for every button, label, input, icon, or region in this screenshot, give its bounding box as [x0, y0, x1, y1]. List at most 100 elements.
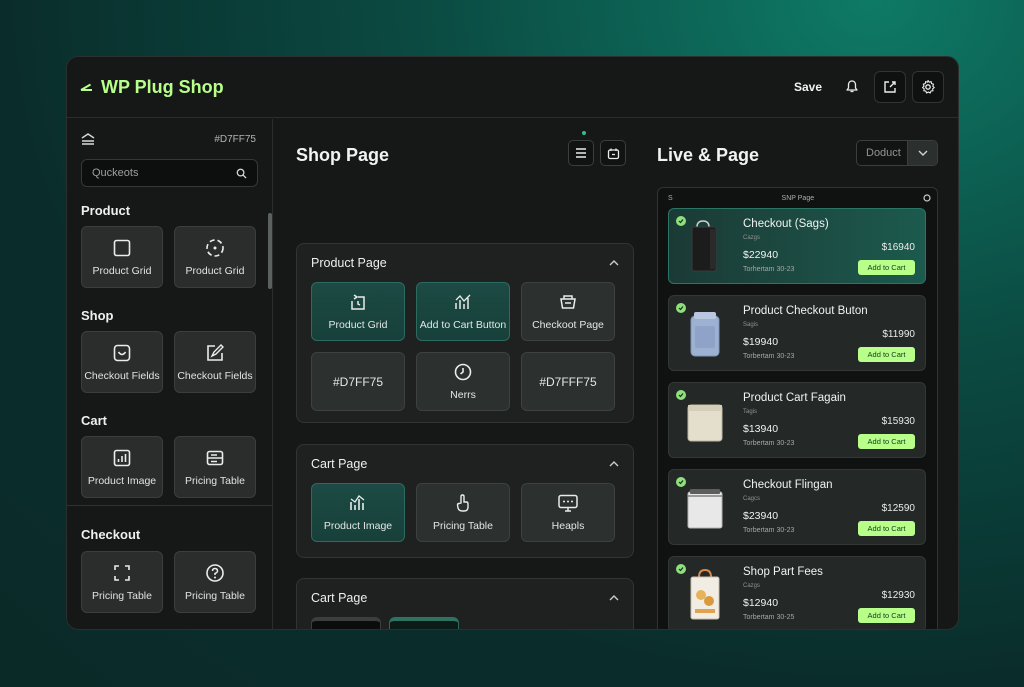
canister-thumbnail-icon	[690, 312, 720, 357]
chart-box-icon	[113, 449, 131, 466]
smile-box-icon	[113, 344, 131, 361]
tile-product-image[interactable]: Product Image	[311, 483, 405, 542]
tile-label: Add to Cart Button	[419, 319, 507, 331]
widget-label: Pricing Table	[185, 589, 245, 602]
chevron-up-icon[interactable]	[609, 461, 619, 467]
widget-pricing-table-help[interactable]: Pricing Table	[174, 551, 256, 613]
page-title: Shop Page	[296, 145, 390, 165]
search-input[interactable]	[92, 167, 236, 179]
product-name: Product Cart Fagain	[743, 392, 846, 404]
tile-color-code[interactable]: #D7FF75	[311, 352, 405, 411]
eject-icon[interactable]	[81, 133, 95, 145]
widget-label: Pricing Table	[185, 474, 245, 487]
share-icon	[884, 81, 896, 93]
widget-product-grid-alt[interactable]: Product Grid	[174, 226, 256, 288]
brand[interactable]: WP Plug Shop	[81, 77, 224, 98]
save-button[interactable]: Save	[786, 80, 830, 94]
color-swatch-green[interactable]: #062F1F	[389, 617, 459, 629]
section-title-product: Product	[81, 203, 131, 218]
product-date: Torbertam 30-23	[743, 353, 795, 360]
product-name: Checkout (Sags)	[743, 218, 829, 230]
add-to-cart-button[interactable]: Add to Cart	[858, 434, 915, 449]
tile-label: Checkoot Page	[532, 319, 604, 331]
tile-label: Heapls	[551, 520, 585, 532]
sidebar-header: #D7FF75	[67, 119, 272, 159]
product-card[interactable]: Product Checkout Buton Sagis $19940 Torb…	[668, 295, 926, 371]
product-sale-price: $12590	[881, 503, 915, 514]
circle-dashed-icon	[206, 238, 224, 257]
panel-title: Product Page	[311, 256, 387, 270]
tile-heapls[interactable]: Heapls	[521, 483, 615, 542]
product-card[interactable]: Checkout Flingan Cagcs $23940 Torbertam …	[668, 469, 926, 545]
select-value: Doduct	[866, 147, 901, 159]
chevron-up-icon[interactable]	[609, 260, 619, 266]
widget-product-image[interactable]: Product Image	[81, 436, 163, 498]
product-sale-price: $16940	[881, 242, 915, 253]
bag-thumbnail-icon	[691, 220, 717, 272]
list-view-button[interactable]	[568, 140, 594, 166]
tile-product-grid[interactable]: Product Grid	[311, 282, 405, 341]
help-circle-icon	[206, 563, 224, 582]
share-button[interactable]	[874, 71, 906, 103]
panel-cart-page: Cart Page Product Image Pricing Table He…	[296, 444, 634, 558]
product-sale-price: $12930	[881, 590, 915, 601]
shopping-bag-thumbnail-icon	[690, 568, 720, 620]
add-to-cart-button[interactable]: Add to Cart	[858, 521, 915, 536]
search-icon[interactable]	[236, 168, 247, 179]
product-subtitle: Cazgs	[743, 235, 761, 241]
top-bar: WP Plug Shop Save	[67, 57, 958, 118]
widget-checkout-fields[interactable]: Checkout Fields	[81, 331, 163, 393]
sidebar-code: #D7FF75	[214, 133, 256, 145]
product-card[interactable]: Product Cart Fagain Tagis $13940 Torbert…	[668, 382, 926, 458]
search-box	[81, 159, 258, 187]
tile-nerrs[interactable]: Nerrs	[416, 352, 510, 411]
widget-label: Product Grid	[92, 264, 152, 277]
tile-label: Product Grid	[328, 319, 388, 331]
tile-pricing-table[interactable]: Pricing Table	[416, 483, 510, 542]
add-to-cart-button[interactable]: Add to Cart	[858, 608, 915, 623]
widget-pricing-table-frame[interactable]: Pricing Table	[81, 551, 163, 613]
widget-checkout-fields-alt[interactable]: Checkout Fields	[174, 331, 256, 393]
add-to-cart-button[interactable]: Add to Cart	[858, 347, 915, 362]
widget-product-grid[interactable]: Product Grid	[81, 226, 163, 288]
panel-title: Cart Page	[311, 591, 368, 605]
timer-icon	[454, 363, 472, 381]
tile-color-code-alt[interactable]: #D7FFF75	[521, 352, 615, 411]
bar-chart-icon	[350, 495, 365, 510]
product-price: $13940	[743, 423, 779, 435]
product-subtitle: Cazgs	[743, 583, 761, 589]
circle-icon[interactable]	[923, 194, 931, 202]
calendar-icon	[607, 148, 619, 159]
widget-pricing-table[interactable]: Pricing Table	[174, 436, 256, 498]
tile-checkout-page[interactable]: Checkoot Page	[521, 282, 615, 341]
product-subtitle: Cagcs	[743, 496, 761, 502]
product-card[interactable]: Shop Part Fees Cazgs $12940 Torbertam 30…	[668, 556, 926, 629]
product-date: Torbertam 30-23	[743, 527, 795, 534]
app-title: WP Plug Shop	[101, 76, 224, 97]
product-date: Torbertam 30-23	[743, 440, 795, 447]
product-name: Product Checkout Buton	[743, 305, 868, 317]
notifications-button[interactable]	[836, 71, 868, 103]
chevron-down-icon	[918, 150, 927, 156]
preview-title: Live & Page	[657, 145, 760, 165]
color-swatch-dark[interactable]: #020604	[311, 617, 381, 629]
builder-area: Shop Page Product Page Product Grid Add …	[274, 119, 644, 629]
sidebar-scrollbar[interactable]	[268, 213, 272, 289]
chevron-up-icon[interactable]	[609, 595, 619, 601]
refresh-doc-icon	[351, 294, 365, 310]
select-toggle[interactable]	[907, 141, 937, 165]
product-price: $23940	[743, 510, 779, 522]
tile-add-to-cart-button[interactable]: Add to Cart Button	[416, 282, 510, 341]
square-icon	[113, 239, 131, 256]
tile-label: Product Image	[323, 520, 393, 532]
preview-toggle-button[interactable]	[600, 140, 626, 166]
preview-header-left: S	[668, 194, 673, 202]
folder-thumbnail-icon	[687, 489, 723, 529]
tile-label: Nerrs	[450, 389, 476, 401]
widget-label: Product Grid	[185, 264, 245, 277]
add-to-cart-button[interactable]: Add to Cart	[858, 260, 915, 275]
product-card[interactable]: Checkout (Sags) Cazgs $22940 Torhertam 3…	[668, 208, 926, 284]
section-title-checkout: Checkout	[81, 527, 141, 542]
settings-button[interactable]	[912, 71, 944, 103]
product-select[interactable]: Doduct	[856, 140, 938, 166]
